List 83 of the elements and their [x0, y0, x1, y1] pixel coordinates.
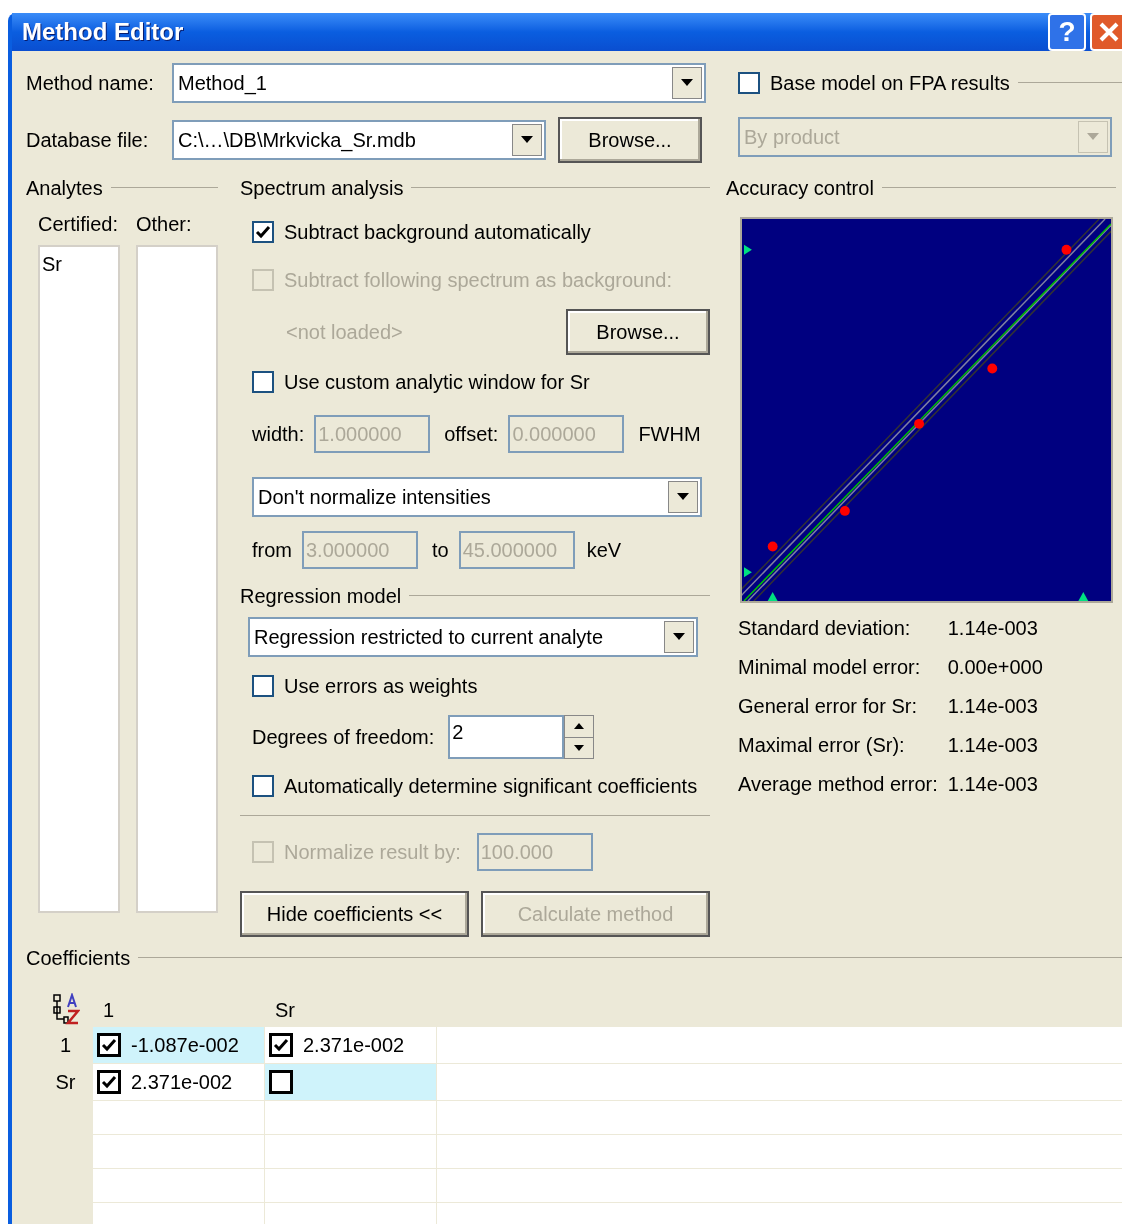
field-label: from — [252, 538, 292, 563]
field-label: width: — [252, 422, 305, 447]
data-point — [767, 541, 778, 552]
cell-value: 2.371e-002 — [303, 1033, 405, 1058]
help-button[interactable]: ? — [1048, 13, 1086, 51]
table-cell[interactable]: 2.371e-002 — [265, 1027, 437, 1063]
axis-marker-icon — [744, 244, 752, 255]
column-header: Sr — [274, 998, 296, 1023]
checkbox[interactable]: Use custom analytic window for Sr — [252, 367, 710, 397]
stat-label: General error for Sr: — [738, 694, 918, 719]
data-point — [1061, 244, 1072, 255]
data-point — [914, 418, 925, 429]
caret-icon — [681, 79, 693, 87]
close-icon — [1098, 21, 1120, 43]
field-label: Method name: — [26, 71, 155, 96]
regression-mode-combo[interactable]: Regression restricted to current analyte — [248, 617, 698, 657]
group-title: Spectrum analysis — [240, 176, 404, 201]
checkbox[interactable]: Use errors as weights — [252, 671, 710, 701]
close-button[interactable] — [1090, 13, 1122, 51]
sort-icon — [51, 993, 80, 1025]
table-cell[interactable]: -1.087e-002 — [93, 1027, 265, 1063]
field-label: Degrees of freedom: — [252, 725, 435, 750]
stat-label: Minimal model error: — [738, 655, 922, 680]
checkbox[interactable]: Subtract background automatically — [252, 217, 710, 247]
stat-label: Average method error: — [738, 772, 938, 797]
stat-value: 1.14e-003 — [947, 772, 1039, 797]
group-title: Analytes — [26, 176, 103, 201]
down-arrow-icon — [574, 744, 585, 751]
database-file-combo[interactable]: C:\…\DB\Mrkvicka_Sr.mdb — [172, 120, 546, 160]
caret-icon — [673, 633, 685, 641]
checkbox[interactable] — [97, 1070, 121, 1094]
row-header: 1 — [58, 1033, 73, 1058]
row-header: Sr — [54, 1070, 77, 1095]
stat-value: 1.14e-003 — [947, 694, 1039, 719]
caret-icon — [1087, 133, 1099, 141]
unit-label: keV — [586, 538, 622, 563]
hide-coefficients-button[interactable]: Hide coefficients << — [240, 891, 469, 937]
cell-value: -1.087e-002 — [131, 1033, 239, 1058]
table-cell[interactable]: 2.371e-002 — [93, 1064, 265, 1100]
check-icon — [255, 224, 271, 240]
unit-label: FWHM — [638, 422, 701, 447]
stat-label: Maximal error (Sr): — [738, 733, 906, 758]
field-label: Database file: — [26, 128, 150, 153]
checkbox[interactable]: Base model on FPA results — [738, 68, 1010, 98]
table-cell[interactable] — [265, 1064, 437, 1100]
data-point — [839, 505, 850, 516]
degrees-of-freedom-field[interactable]: 2 — [448, 715, 565, 759]
stat-value: 1.14e-003 — [947, 733, 1039, 758]
checkbox[interactable]: Automatically determine significant coefficients — [252, 771, 710, 801]
list-item[interactable]: Sr — [42, 249, 116, 279]
caret-icon — [521, 136, 533, 144]
method-name-combo[interactable]: Method_1 — [172, 63, 706, 103]
list-label: Other: — [136, 212, 193, 237]
up-arrow-icon — [574, 723, 585, 730]
axis-marker-icon — [767, 592, 778, 601]
field-label: offset: — [444, 422, 499, 447]
certified-list[interactable]: Sr — [38, 245, 120, 913]
group-title: Coefficients — [26, 946, 131, 971]
field-label: to — [432, 538, 449, 563]
background-file-text: <not loaded> — [285, 320, 403, 345]
stat-value: 0.00e+000 — [947, 655, 1044, 680]
window-title: Method Editor — [22, 17, 185, 47]
check-icon — [273, 1037, 289, 1053]
cell-value: 2.371e-002 — [131, 1070, 233, 1095]
column-header: 1 — [102, 998, 116, 1023]
axis-marker-icon — [744, 567, 752, 578]
stat-value: 1.14e-003 — [947, 616, 1039, 641]
list-label: Certified: — [38, 212, 120, 237]
data-point — [987, 363, 998, 374]
checkbox[interactable] — [97, 1033, 121, 1057]
spin-buttons[interactable] — [564, 715, 595, 759]
stat-label: Standard deviation: — [738, 616, 912, 641]
browse-button[interactable]: Browse... — [558, 117, 702, 163]
checkbox[interactable] — [269, 1070, 293, 1094]
normalize-mode-combo[interactable]: Don't normalize intensities — [252, 477, 702, 517]
browse-button[interactable]: Browse... — [566, 309, 710, 355]
caret-icon — [677, 493, 689, 501]
group-title: Accuracy control — [726, 176, 874, 201]
axis-marker-icon — [1078, 592, 1089, 601]
check-icon — [101, 1074, 117, 1090]
group-title: Regression model — [240, 584, 402, 609]
checkbox[interactable] — [269, 1033, 293, 1057]
check-icon — [101, 1037, 117, 1053]
